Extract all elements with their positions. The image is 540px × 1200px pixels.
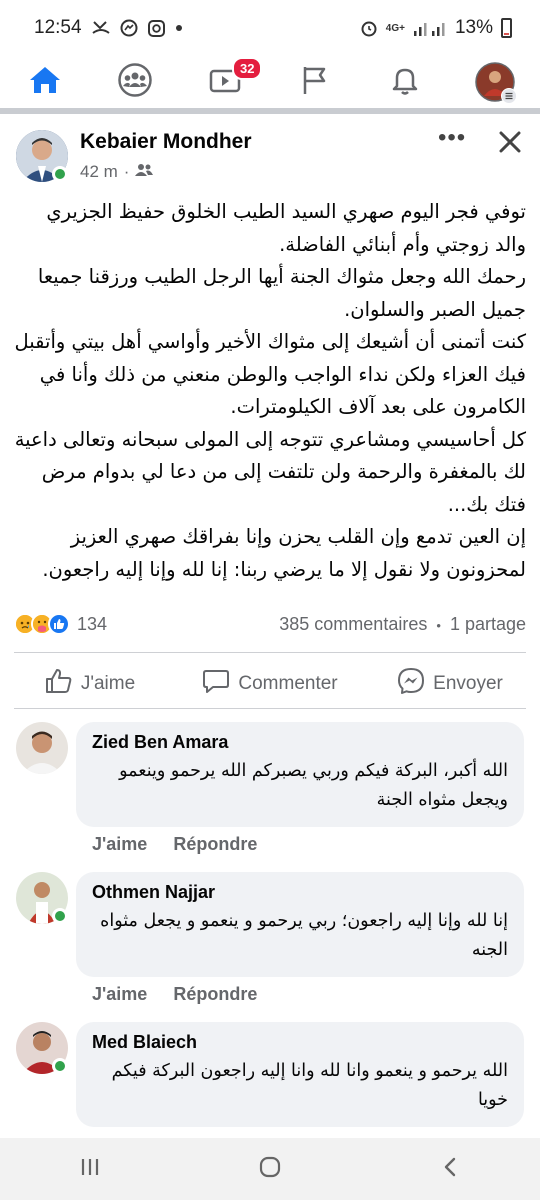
thumbs-up-icon	[45, 668, 73, 700]
comment-text: إنا لله وإنا إليه راجعون؛ ربي يرحمو و ين…	[100, 911, 508, 960]
nav-groups[interactable]	[90, 56, 180, 108]
comment-label: Commenter	[238, 673, 338, 694]
comment-icon	[202, 668, 230, 700]
online-indicator	[52, 166, 68, 182]
post-meta: 42 m ·	[80, 162, 154, 182]
close-icon[interactable]	[498, 122, 522, 159]
post-time[interactable]: 42 m	[80, 162, 118, 182]
comment-like-button[interactable]: J'aime	[92, 984, 147, 1005]
post-header: Kebaier Mondher 42 m · •••	[0, 118, 540, 198]
messenger-icon	[120, 19, 138, 37]
home-circle-icon	[258, 1155, 282, 1184]
comment-actions: J'aime Répondre	[92, 984, 257, 1005]
home-button[interactable]	[180, 1155, 360, 1184]
instagram-icon	[147, 19, 165, 37]
profile-menu-icon	[475, 62, 517, 104]
battery-icon	[501, 18, 512, 38]
reaction-count[interactable]: 134	[77, 614, 107, 635]
more-options-icon[interactable]: •••	[438, 124, 466, 152]
post-paragraph: توفي فجر اليوم صهري السيد الطيب الخلوق ح…	[46, 200, 526, 256]
reactions-row: 134 385 commentaires • 1 partage	[14, 606, 526, 642]
back-chevron-icon	[440, 1156, 460, 1183]
commenter-name[interactable]: Zied Ben Amara	[92, 732, 508, 753]
nav-pages[interactable]	[270, 56, 360, 108]
comment-bubble: Zied Ben Amara الله أكبر، البركة فيكم ور…	[76, 722, 524, 827]
video-badge: 32	[232, 57, 263, 80]
stats-separator: •	[436, 617, 441, 633]
post-actions: J'aime Commenter Envoyer	[0, 660, 540, 708]
comments-count[interactable]: 385 commentaires	[279, 614, 427, 634]
online-indicator	[52, 1058, 68, 1074]
battery-percent: 13%	[454, 17, 493, 38]
bell-icon	[390, 64, 420, 101]
send-label: Envoyer	[433, 673, 503, 694]
recent-apps-icon	[79, 1156, 101, 1183]
messenger-send-icon	[397, 667, 425, 701]
post-paragraph: رحمك الله وجعل مثواك الجنة أيها الرجل ال…	[37, 265, 526, 321]
status-time: 12:54	[34, 17, 82, 38]
like-label: J'aime	[80, 673, 136, 694]
divider	[14, 708, 526, 709]
post-paragraph: إن العين تدمع وإن القلب يحزن وإنا بفراقك…	[42, 525, 526, 581]
status-bar: 12:54 4G+ 13%	[0, 0, 540, 56]
system-nav-bar	[0, 1138, 540, 1200]
missed-call-icon	[91, 20, 110, 36]
comment-reply-button[interactable]: Répondre	[173, 834, 257, 855]
online-indicator	[52, 908, 68, 924]
post-stats[interactable]: 385 commentaires • 1 partage	[279, 614, 526, 635]
nav-menu[interactable]	[450, 56, 540, 108]
flag-icon	[300, 64, 330, 101]
post-paragraph: كنت أتمنى أن أشيعك إلى مثواك الأخير وأوا…	[14, 330, 526, 418]
comment-reply-button[interactable]: Répondre	[173, 984, 257, 1005]
notification-dot-icon	[175, 24, 183, 32]
groups-icon	[117, 62, 153, 103]
home-icon	[28, 65, 62, 100]
comment-bubble: Med Blaiech الله يرحمو و ينعمو وانا لله …	[76, 1022, 524, 1127]
top-nav: 32	[0, 56, 540, 112]
shares-count[interactable]: 1 partage	[450, 614, 526, 634]
friends-audience-icon	[135, 162, 154, 182]
commenter-avatar[interactable]	[16, 722, 68, 774]
nav-home[interactable]	[0, 56, 90, 112]
meta-dot: ·	[123, 162, 130, 181]
comment-button[interactable]: Commenter	[180, 668, 360, 700]
post-paragraph: كل أحاسيسي ومشاعري تتوجه إلى المولى سبحا…	[14, 427, 526, 516]
comment-like-button[interactable]: J'aime	[92, 834, 147, 855]
recent-apps-button[interactable]	[0, 1156, 180, 1183]
comment-text: الله يرحمو و ينعمو وانا لله وانا إليه را…	[111, 1061, 508, 1110]
signal-icon	[413, 20, 447, 36]
reaction-icons[interactable]	[14, 613, 70, 635]
commenter-name[interactable]: Othmen Najjar	[92, 882, 508, 903]
send-button[interactable]: Envoyer	[360, 667, 540, 701]
nav-video[interactable]: 32	[180, 56, 270, 108]
network-type: 4G+	[385, 22, 405, 34]
comment-bubble: Othmen Najjar إنا لله وإنا إليه راجعون؛ …	[76, 872, 524, 977]
nav-separator	[0, 108, 540, 114]
nav-notifications[interactable]	[360, 56, 450, 108]
comment-actions: J'aime Répondre	[92, 834, 257, 855]
post-author[interactable]: Kebaier Mondher	[80, 130, 252, 154]
commenter-name[interactable]: Med Blaiech	[92, 1032, 508, 1053]
divider	[14, 652, 526, 653]
alarm-icon	[360, 19, 378, 37]
like-reaction-icon	[48, 613, 70, 635]
like-button[interactable]: J'aime	[0, 668, 180, 700]
post-text: توفي فجر اليوم صهري السيد الطيب الخلوق ح…	[14, 196, 526, 586]
back-button[interactable]	[360, 1156, 540, 1183]
comment-text: الله أكبر، البركة فيكم وربي يصبركم الله …	[119, 761, 508, 810]
